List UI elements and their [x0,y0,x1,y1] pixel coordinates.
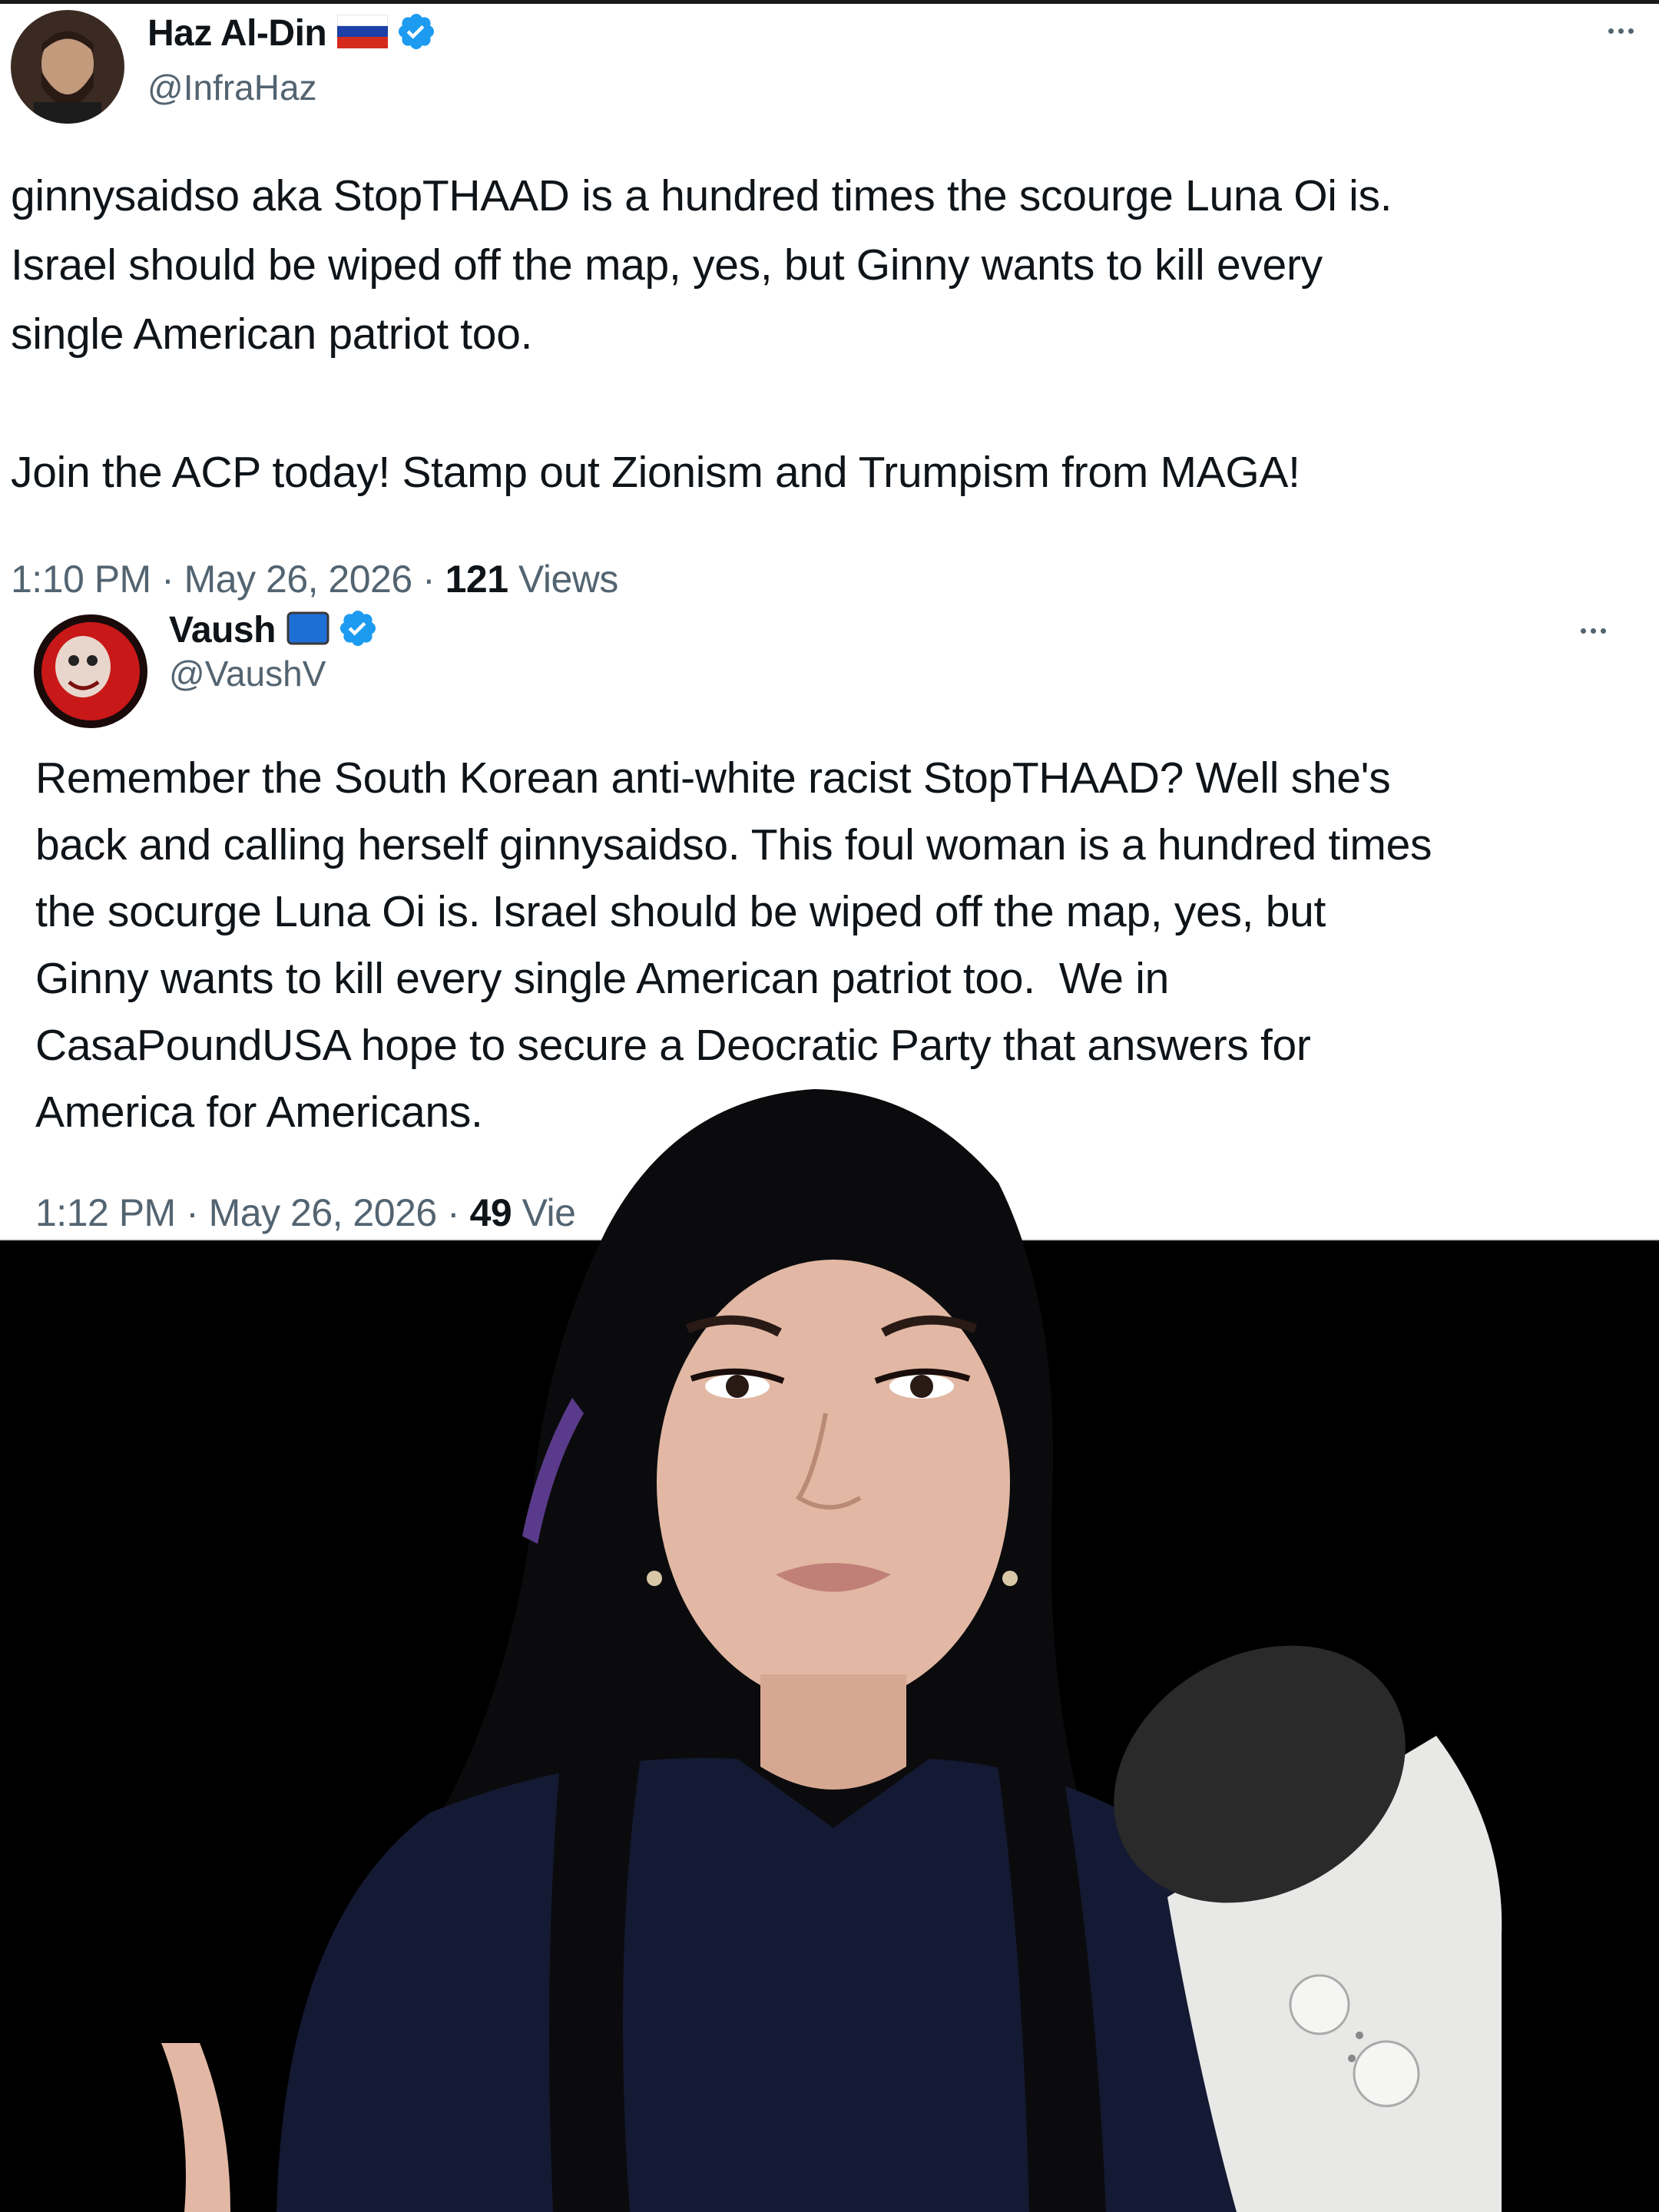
handle[interactable]: @InfraHaz [147,67,317,108]
tweet-meta: 1:12 PM · May 26, 2026 · 49 Vie [35,1191,576,1234]
tweet-text: ginnysaidso aka StopTHAAD is a hundred t… [11,171,1392,497]
views-label: Views [518,558,618,601]
handle[interactable]: @VaushV [169,653,326,694]
streamer-photo [0,1240,1659,2212]
blue-square-icon [286,611,329,649]
view-count: 49 [469,1191,512,1234]
russia-flag-icon [336,14,389,52]
verified-badge-icon [337,608,379,653]
tweet-time[interactable]: 1:10 PM [11,558,151,601]
view-count: 121 [445,558,508,601]
avatar[interactable] [11,10,124,124]
tweet-text: Remember the South Korean anti-white rac… [35,753,1432,1137]
more-options-icon[interactable] [1570,619,1616,642]
more-options-icon[interactable] [1598,19,1644,42]
avatar[interactable] [34,614,147,728]
tweet-card-1[interactable]: Haz Al-Din @InfraHaz ginnysaidso aka Sto… [0,0,1659,607]
views-label: Vie [522,1191,576,1234]
tweet-date[interactable]: May 26, 2026 [184,558,412,601]
display-name[interactable]: Vaush [169,609,276,651]
tweet-card-2[interactable]: Vaush @VaushV Remember the South Korean … [0,607,1659,1240]
display-name[interactable]: Haz Al-Din [147,12,327,55]
tweet-time[interactable]: 1:12 PM [35,1191,176,1234]
tweet-meta: 1:10 PM · May 26, 2026 · 121 Views [11,558,618,601]
tweet-date[interactable]: May 26, 2026 [209,1191,437,1234]
verified-badge-icon [396,11,437,56]
